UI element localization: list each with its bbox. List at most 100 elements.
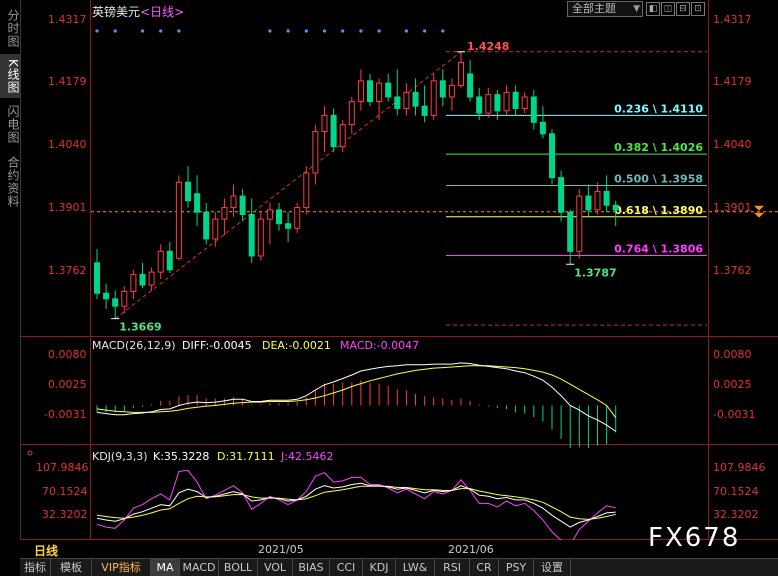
candle-body: [112, 298, 119, 307]
candle-body: [103, 292, 110, 300]
tab-4[interactable]: MACD: [180, 559, 219, 576]
macd-legend-macd: MACD:-0.0047: [340, 339, 419, 352]
candle-body: [194, 193, 201, 213]
candle-body: [230, 195, 237, 209]
candle-body: [348, 101, 355, 126]
signal-dot-icon: [341, 29, 345, 33]
high-price-marker: 1.4248: [467, 40, 509, 53]
signal-dot-icon: [377, 29, 381, 33]
candle-body: [376, 82, 383, 103]
candle-body: [421, 105, 428, 116]
tab-9[interactable]: KDJ: [363, 559, 396, 576]
date-axis-label: 2021/06: [448, 543, 494, 556]
macd-diff-line: [96, 362, 616, 432]
tab-3[interactable]: MA: [151, 559, 180, 576]
candle-body: [139, 273, 146, 286]
candle-body: [121, 290, 128, 307]
period-label[interactable]: 日线: [34, 542, 58, 559]
macd-legend-dea: DEA:-0.0021: [262, 339, 331, 352]
candle-body: [503, 91, 510, 112]
signal-dot-icon: [304, 29, 308, 33]
fib-level-label: 0.236 \ 1.4110: [614, 102, 703, 115]
indicator-tab-bar: 指标 模板 VIP指标 MA MACD BOLL VOL BIAS CCI KDJ LW& RSI CR…: [20, 558, 778, 576]
kdj-legend-d: D:31.7111: [217, 450, 275, 463]
tab-0[interactable]: 指标: [20, 559, 51, 576]
candle-body: [603, 190, 610, 206]
trendline-layer: [114, 51, 462, 320]
tab-1[interactable]: 模板: [51, 559, 92, 576]
tab-11[interactable]: RSI: [435, 559, 470, 576]
macd-legend-diff: DIFF:-0.0045: [182, 339, 252, 352]
candle-body: [276, 209, 282, 225]
signal-dot-icon: [268, 29, 272, 33]
candle-body: [439, 80, 446, 98]
tab-14[interactable]: 设置: [534, 559, 571, 576]
signal-dot-icon: [441, 29, 445, 33]
candle-body: [539, 121, 546, 135]
candle-body: [130, 273, 137, 292]
tab-12[interactable]: CR: [470, 559, 499, 576]
candle-body: [412, 91, 419, 107]
candle-body: [157, 250, 164, 273]
candle-body: [558, 177, 565, 213]
signal-dot-icon: [322, 29, 327, 33]
candle-body: [212, 218, 219, 240]
macd-legend-title: MACD(26,12,9): [92, 339, 176, 352]
kdj-legend-k: K:35.3228: [153, 450, 209, 463]
signal-dot-icon: [286, 29, 290, 33]
candle-body: [239, 195, 246, 215]
candle-body: [248, 213, 255, 257]
candle-body: [612, 204, 619, 211]
candle-body: [285, 223, 292, 229]
trend-line: [114, 51, 462, 320]
kdj-legend-j: J:42.5462: [280, 450, 333, 463]
fib-level-label: 0.500 \ 1.3958: [614, 172, 703, 185]
candle-body: [330, 114, 337, 148]
candle-body: [576, 195, 583, 252]
candle-body: [148, 271, 155, 286]
candle-body: [166, 250, 173, 271]
candle-body: [339, 124, 346, 148]
chart-window: 分时图 K线图 闪电图 合约资料 英镑美元<日线> 全部主题 ▼ ◧ ◫ ⊟ ⊡…: [0, 0, 778, 576]
candle-body: [485, 94, 492, 114]
candle-body: [494, 94, 501, 112]
tab-7[interactable]: BIAS: [293, 559, 330, 576]
tab-5[interactable]: BOLL: [219, 559, 258, 576]
tab-10[interactable]: LW&: [396, 559, 435, 576]
tab-2[interactable]: VIP指标: [92, 559, 151, 576]
candle-body: [303, 172, 310, 209]
tab-13[interactable]: PSY: [499, 559, 534, 576]
candle-body: [530, 96, 537, 123]
candle-body: [367, 80, 373, 103]
signal-dot-icon: [423, 29, 427, 33]
kdj-layer: [96, 469, 616, 540]
tab-8[interactable]: CCI: [330, 559, 363, 576]
candle-body: [357, 80, 364, 103]
signal-dot-icon: [113, 29, 117, 33]
panel-settings-icon: [27, 450, 33, 456]
marker-layer: 1.4248 1.3669 1.3787: [95, 29, 617, 334]
kdj-legend-title: KDJ(9,3,3): [92, 450, 148, 463]
candle-body: [94, 262, 100, 294]
current-price-arrow-icon: [754, 212, 764, 218]
kdj-k-line: [96, 482, 616, 528]
macd-dea-line: [96, 365, 617, 418]
fib-level-label: 0.618 \ 1.3890: [614, 204, 703, 217]
candle-body: [594, 190, 601, 211]
signal-dot-icon: [140, 29, 145, 33]
candle-body: [321, 114, 328, 133]
tab-6[interactable]: VOL: [258, 559, 293, 576]
signal-dot-icon: [95, 29, 99, 33]
current-price-arrow-icon: [754, 205, 764, 211]
date-axis-label: 2021/05: [258, 543, 304, 556]
candle-body: [476, 96, 483, 114]
candle-body: [203, 211, 210, 240]
candle-body: [403, 91, 410, 109]
macd-layer: [96, 362, 617, 449]
candle-body: [185, 181, 191, 202]
signal-dot-icon: [404, 29, 408, 33]
chart-canvas[interactable]: 0.236 \ 1.4110 0.382 \ 1.4026 0.500 \ 1.39…: [0, 0, 778, 540]
candle-body: [312, 131, 319, 174]
candle-body: [521, 96, 528, 109]
signal-dot-icon: [359, 29, 363, 33]
